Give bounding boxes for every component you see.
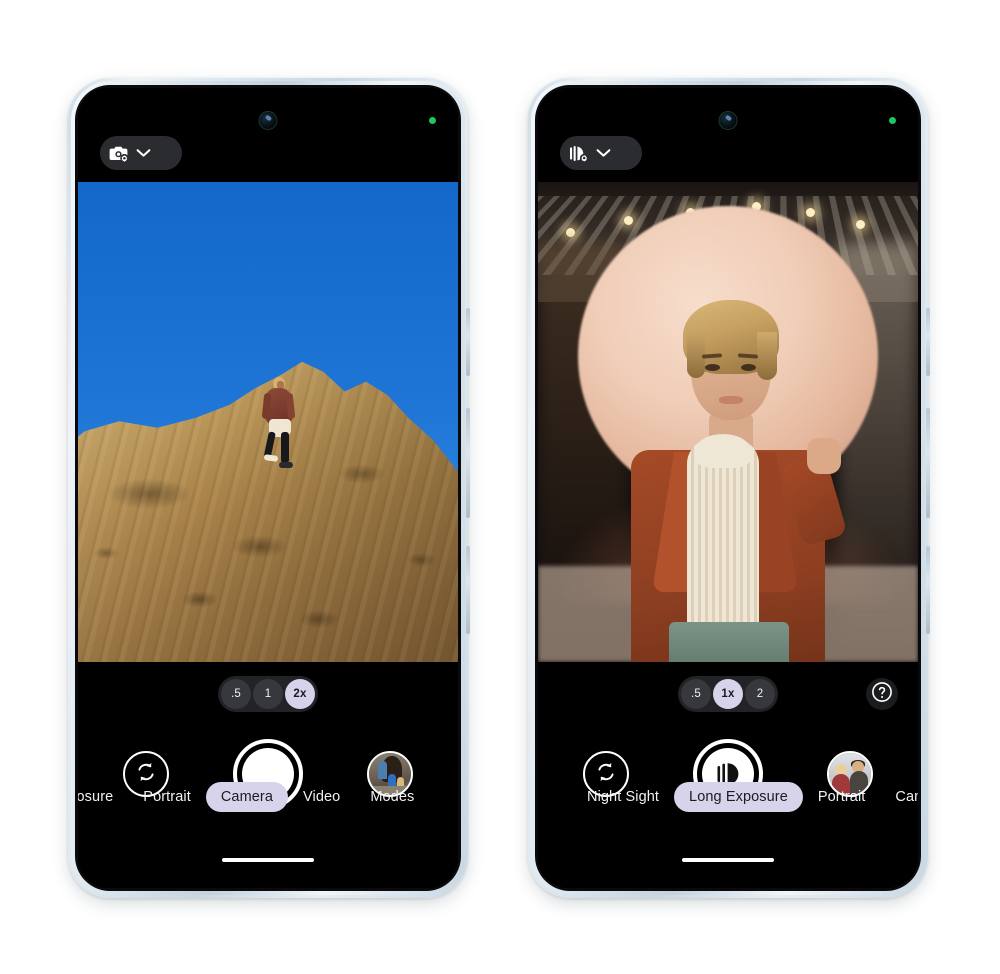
side-button-left-phone-1[interactable]	[466, 308, 470, 376]
green-privacy-dot-icon	[889, 117, 896, 124]
zoom-option-1x[interactable]: 1x	[713, 679, 743, 709]
camera-settings-pill-left[interactable]	[100, 136, 182, 170]
ceiling-lamp	[856, 220, 865, 229]
mode-tab-portrait[interactable]: Portrait	[128, 782, 206, 812]
zoom-selector-right[interactable]: .5 1x 2	[678, 676, 778, 712]
zoom-selector-left[interactable]: .5 1 2x	[218, 676, 318, 712]
viewfinder-right[interactable]	[538, 182, 918, 662]
mode-bar-left[interactable]: xposure Portrait Camera Video Modes	[78, 780, 458, 814]
side-button-right-phone-3[interactable]	[926, 546, 930, 634]
mode-tab-night-sight[interactable]: Night Sight	[572, 782, 674, 812]
status-bar-right	[538, 88, 918, 182]
mode-bar-right[interactable]: Night Sight Long Exposure Portrait Cam	[538, 780, 918, 814]
mode-tab-long-exposure[interactable]: xposure	[78, 782, 128, 812]
camera-controls-right: .5 1x 2 Night Sight Long Exposure Portra…	[538, 662, 918, 888]
zoom-option-2x[interactable]: 2x	[285, 679, 315, 709]
viewfinder-left[interactable]	[78, 182, 458, 662]
side-button-left-phone-2[interactable]	[466, 408, 470, 518]
mode-tab-camera[interactable]: Camera	[205, 782, 289, 812]
mode-tab-long-exposure[interactable]: Long Exposure	[674, 782, 803, 812]
camera-controls-left: .5 1 2x osure Portrait Camera Video Mode…	[78, 662, 458, 888]
ceiling-lamp	[624, 216, 633, 225]
front-camera-lens-icon	[719, 112, 737, 129]
home-indicator-right[interactable]	[682, 858, 774, 862]
camera-settings-icon	[109, 144, 130, 163]
zoom-option-05[interactable]: .5	[221, 679, 251, 709]
mode-tab-modes[interactable]: Modes	[355, 782, 429, 812]
front-camera-lens-icon	[259, 112, 277, 129]
zoom-option-2[interactable]: 2	[745, 679, 775, 709]
side-button-left-phone-3[interactable]	[466, 546, 470, 634]
mode-tab-video[interactable]: Video	[288, 782, 355, 812]
side-button-right-phone-2[interactable]	[926, 408, 930, 518]
phone-screen-right: .5 1x 2 Night Sight Long Exposure Portra…	[538, 88, 918, 888]
portrait-subject	[613, 262, 848, 662]
zoom-option-05[interactable]: .5	[681, 679, 711, 709]
help-circle-icon	[871, 681, 893, 708]
ceiling-lamp	[566, 228, 575, 237]
camera-phone-left: .5 1 2x osure Portrait Camera Video Mode…	[68, 78, 470, 898]
help-button[interactable]	[866, 678, 898, 710]
screenshot-stage: .5 1 2x osure Portrait Camera Video Mode…	[0, 0, 1000, 974]
side-button-right-phone-1[interactable]	[926, 308, 930, 376]
mode-tab-camera[interactable]: Cam	[880, 782, 918, 812]
camera-phone-right: .5 1x 2 Night Sight Long Exposure Portra…	[528, 78, 930, 898]
chevron-down-icon	[136, 148, 151, 158]
hiker-figure	[259, 377, 299, 468]
home-indicator-left[interactable]	[222, 858, 314, 862]
chevron-down-icon	[596, 148, 611, 158]
long-exposure-settings-icon	[569, 144, 590, 163]
phone-screen-left: .5 1 2x osure Portrait Camera Video Mode…	[78, 88, 458, 888]
mode-tab-portrait[interactable]: Portrait	[803, 782, 881, 812]
status-bar-left	[78, 88, 458, 182]
long-exposure-settings-pill-right[interactable]	[560, 136, 642, 170]
green-privacy-dot-icon	[429, 117, 436, 124]
zoom-option-1[interactable]: 1	[253, 679, 283, 709]
ceiling-lamp	[806, 208, 815, 217]
